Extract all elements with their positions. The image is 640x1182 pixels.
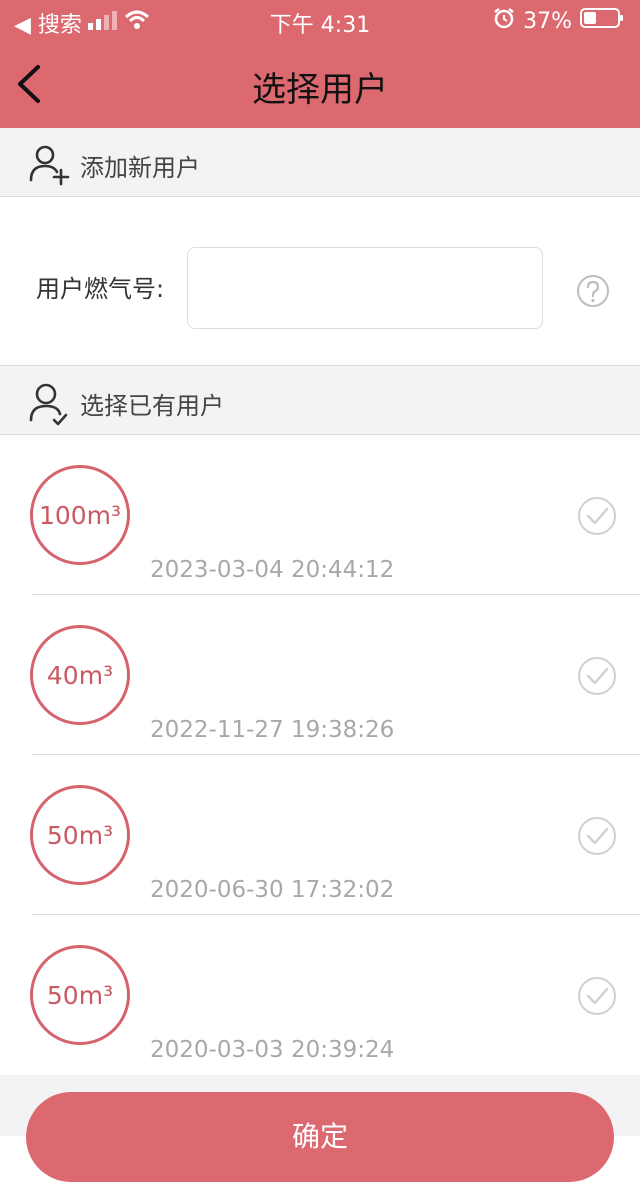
bottom-bar: 确定 xyxy=(0,1075,640,1182)
question-circle-icon[interactable] xyxy=(575,273,611,313)
status-bar: ◀ 搜索 下午 4:31 37% xyxy=(0,0,640,40)
gas-amount: 50 xyxy=(46,980,79,1010)
gas-unit: m³ xyxy=(78,660,114,690)
gas-number-label: 用户燃气号: xyxy=(36,275,165,303)
user-list: 100 m³ 2023-03-04 20:44:12 40 m³ 2022-11-2… xyxy=(0,435,640,1075)
add-user-header: 添加新用户 xyxy=(0,128,640,197)
user-date: 2020-03-03 20:39:24 xyxy=(150,1037,395,1063)
gas-unit: m³ xyxy=(86,500,122,530)
user-row[interactable]: 50 m³ 2020-03-03 20:39:24 xyxy=(0,915,640,1075)
gas-amount: 40 xyxy=(46,660,79,690)
gas-number-form: 用户燃气号: xyxy=(0,197,640,366)
gas-unit: m³ xyxy=(78,820,114,850)
select-user-header: 选择已有用户 xyxy=(0,366,640,435)
add-user-title: 添加新用户 xyxy=(80,154,200,182)
user-add-icon xyxy=(28,142,72,190)
gas-amount: 100 xyxy=(38,500,87,530)
nav-bar: 选择用户 xyxy=(0,40,640,128)
select-user-title: 选择已有用户 xyxy=(80,392,224,420)
gas-amount-badge: 50 m³ xyxy=(30,785,130,885)
gas-amount-badge: 50 m³ xyxy=(30,945,130,1045)
battery-percent: 37% xyxy=(523,8,572,34)
user-date: 2022-11-27 19:38:26 xyxy=(150,717,395,743)
gas-amount-badge: 100 m³ xyxy=(30,465,130,565)
check-circle-icon[interactable] xyxy=(577,976,617,1020)
status-right: 37% xyxy=(493,7,624,35)
user-date: 2020-06-30 17:32:02 xyxy=(150,877,395,903)
confirm-button[interactable]: 确定 xyxy=(26,1092,614,1182)
alarm-icon xyxy=(493,7,515,35)
gas-number-input[interactable] xyxy=(187,247,543,329)
gas-amount-badge: 40 m³ xyxy=(30,625,130,725)
user-row[interactable]: 40 m³ 2022-11-27 19:38:26 xyxy=(0,595,640,755)
check-circle-icon[interactable] xyxy=(577,816,617,860)
battery-icon xyxy=(580,7,624,35)
user-row[interactable]: 50 m³ 2020-06-30 17:32:02 xyxy=(0,755,640,915)
gas-unit: m³ xyxy=(78,980,114,1010)
user-row[interactable]: 100 m³ 2023-03-04 20:44:12 xyxy=(0,435,640,595)
user-check-icon xyxy=(28,380,72,432)
page-title: 选择用户 xyxy=(252,70,388,110)
gas-amount: 50 xyxy=(46,820,79,850)
user-date: 2023-03-04 20:44:12 xyxy=(150,557,395,583)
check-circle-icon[interactable] xyxy=(577,656,617,700)
check-circle-icon[interactable] xyxy=(577,496,617,540)
